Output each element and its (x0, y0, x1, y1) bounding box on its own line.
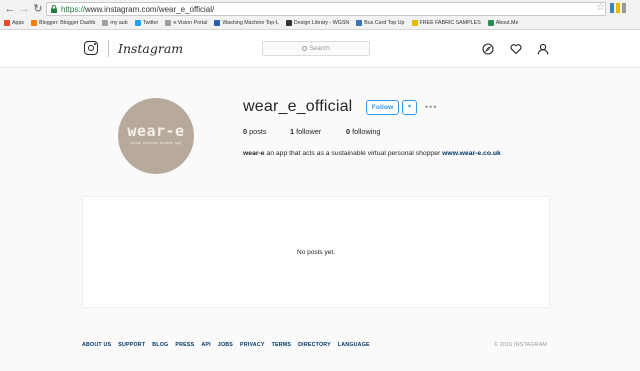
address-bar[interactable]: https://www.instagram.com/wear_e_officia… (46, 2, 606, 16)
bookmark-label: my aub (110, 20, 128, 26)
follow-options-dropdown[interactable]: ▾ (402, 100, 417, 115)
extension-icons[interactable] (610, 3, 638, 15)
bookmark-item[interactable]: Design Library - WGSN (285, 20, 350, 26)
bookmark-label: Bus Card Top Up (364, 20, 405, 26)
followers-label: follower (296, 127, 322, 136)
lock-icon (51, 5, 57, 13)
browser-chrome: ← → ↻ https://www.instagram.com/wear_e_o… (0, 0, 640, 30)
footer-link[interactable]: JOBS (218, 342, 233, 348)
url-scheme: https:// (61, 5, 86, 14)
menu-icon[interactable] (622, 3, 626, 13)
search-input[interactable]: Search (262, 41, 370, 56)
url-text: https://www.instagram.com/wear_e_officia… (61, 4, 214, 15)
following-count: 0 (346, 127, 351, 136)
followers-stat[interactable]: 1 follower (290, 127, 321, 136)
instagram-wordmark[interactable]: Instagram (118, 41, 183, 56)
bookmark-favicon-icon (356, 20, 363, 26)
bookmark-item[interactable]: my aub (102, 20, 128, 26)
bio-name: wear-e (243, 150, 265, 157)
footer-nav: ABOUT US SUPPORT BLOG PRESS API JOBS PRIVACY TE… (82, 342, 370, 348)
compass-icon[interactable] (482, 43, 494, 55)
bookmark-label: Blogger: Blogger Dashb (39, 20, 96, 26)
bookmark-favicon-icon (487, 20, 494, 26)
bookmark-item[interactable]: Washing Machine Top-L (214, 20, 279, 26)
footer-link[interactable]: LANGUAGE (338, 342, 370, 348)
profile-username: wear_e_official (243, 98, 353, 115)
followers-count: 1 (290, 127, 295, 136)
profile-bio: wear-e an app that acts as a sustainable… (243, 148, 543, 159)
footer-link[interactable]: BLOG (152, 342, 168, 348)
heart-icon[interactable] (510, 43, 522, 55)
bio-website-link[interactable]: www.wear-e.co.uk (442, 150, 501, 157)
footer-link[interactable]: TERMS (272, 342, 292, 348)
footer-link[interactable]: ABOUT US (82, 342, 111, 348)
bookmark-label: e:Vision Portal (173, 20, 208, 26)
forward-arrow-icon[interactable]: → (18, 3, 30, 15)
bookmark-favicon-icon (102, 20, 109, 26)
search-icon (302, 46, 308, 51)
avatar-logo-text: wear-e (127, 122, 185, 140)
search-placeholder: Search (309, 45, 330, 52)
bookmark-favicon-icon (411, 20, 418, 26)
reload-icon[interactable]: ↻ (32, 3, 44, 15)
bookmark-item[interactable]: About.Me (487, 20, 519, 26)
following-stat[interactable]: 0 following (346, 127, 381, 136)
footer-link[interactable]: PRESS (175, 342, 194, 348)
bookmark-star-icon[interactable]: ☆ (596, 2, 605, 14)
bookmark-label: Apps (12, 20, 25, 26)
bookmark-favicon-icon (165, 20, 172, 26)
posts-label: posts (249, 127, 267, 136)
posts-container: No posts yet. (82, 196, 550, 308)
bookmark-favicon-icon (285, 20, 292, 26)
profile-avatar: wear-e virtual personal shopper app (118, 98, 194, 174)
header-divider (108, 40, 109, 57)
instagram-camera-icon[interactable] (84, 41, 98, 55)
avatar-logo-subtext: virtual personal shopper app (130, 141, 182, 145)
footer-link[interactable]: API (201, 342, 210, 348)
bookmark-item[interactable]: Twitter (134, 20, 159, 26)
bookmark-item[interactable]: Apps (4, 20, 24, 26)
more-options-icon[interactable]: ••• (425, 102, 437, 112)
profile-icon[interactable] (537, 43, 549, 55)
posts-count: 0 (243, 127, 248, 136)
bookmark-item[interactable]: FREE FABRIC SAMPLES (411, 20, 481, 26)
bookmark-label: Washing Machine Top-L (222, 20, 279, 26)
bookmark-label: About.Me (495, 20, 519, 26)
bookmarks-bar: Apps Blogger: Blogger Dashb my aub Twitter e… (0, 17, 640, 29)
no-posts-message: No posts yet. (297, 249, 335, 256)
footer-link[interactable]: SUPPORT (118, 342, 145, 348)
instagram-header: Instagram Search (0, 30, 640, 68)
posts-stat: 0 posts (243, 127, 267, 136)
bookmark-label: Design Library - WGSN (293, 20, 350, 26)
bookmark-item[interactable]: Blogger: Blogger Dashb (31, 20, 95, 26)
footer-copyright: © 2016 INSTAGRAM (494, 342, 547, 348)
extension-icon[interactable] (610, 3, 614, 13)
apps-grid-icon (4, 20, 10, 26)
url-path: www.instagram.com/wear_e_official/ (85, 5, 215, 14)
bio-text: an app that acts as a sustainable virtua… (264, 150, 443, 157)
following-label: following (352, 127, 381, 136)
bookmark-item[interactable]: Bus Card Top Up (356, 20, 405, 26)
bookmark-label: Twitter (142, 20, 159, 26)
bookmark-favicon-icon (134, 20, 141, 26)
back-arrow-icon[interactable]: ← (4, 3, 16, 15)
bookmark-favicon-icon (214, 20, 221, 26)
bookmark-label: FREE FABRIC SAMPLES (419, 20, 481, 26)
bookmark-favicon-icon (31, 20, 38, 26)
bookmark-item[interactable]: e:Vision Portal (165, 20, 207, 26)
footer-link[interactable]: PRIVACY (240, 342, 265, 348)
footer-link[interactable]: DIRECTORY (298, 342, 331, 348)
follow-button[interactable]: Follow (366, 100, 399, 115)
extension-icon[interactable] (616, 3, 620, 13)
